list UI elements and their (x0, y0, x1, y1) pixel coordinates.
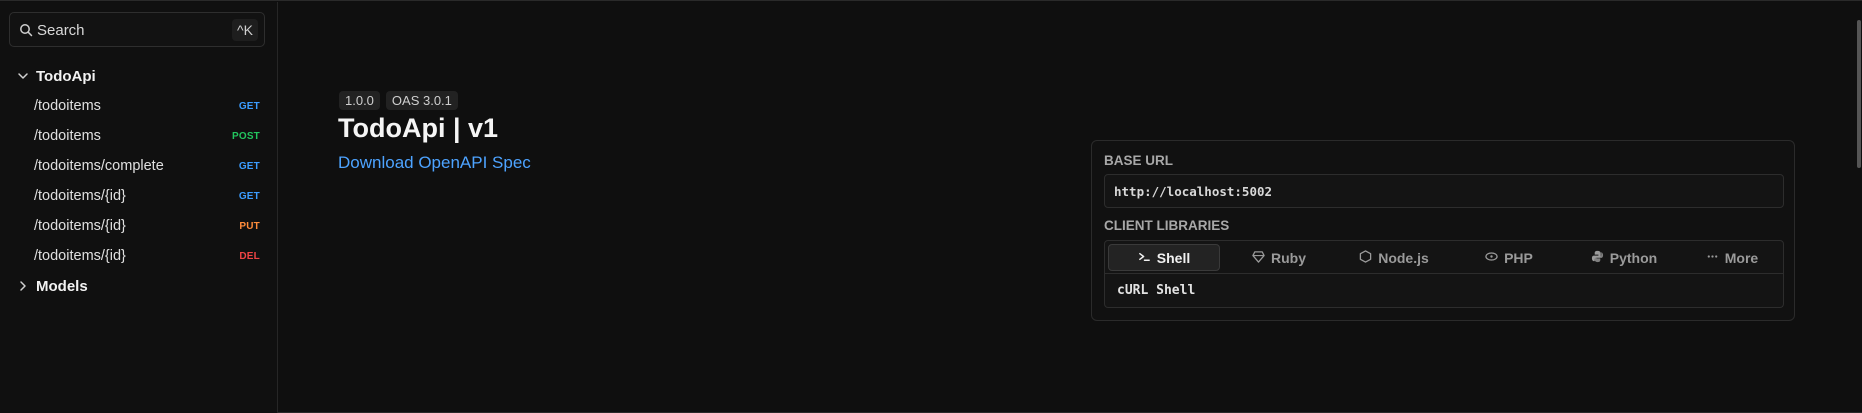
tab-label: Python (1609, 249, 1658, 266)
page-title: TodoApi | v1 (338, 113, 499, 143)
method-badge: POST (231, 130, 260, 142)
method-badge: PUT (239, 220, 260, 232)
client-tabs: Shell Ruby Node.js PHP Python More (1104, 240, 1784, 274)
nodejs-icon (1359, 249, 1372, 266)
spec-badge: OAS 3.0.1 (385, 91, 458, 110)
tree-group-label: Models (36, 277, 88, 295)
scrollbar[interactable] (1854, 2, 1862, 172)
version-badge: 1.0.0 (339, 91, 380, 110)
tree-group-models[interactable]: Models (16, 275, 88, 297)
tab-ruby[interactable]: Ruby (1223, 244, 1335, 271)
selected-client-label: cURL Shell (1117, 283, 1196, 298)
tab-python[interactable]: Python (1568, 244, 1680, 271)
version-badges: 1.0.0 OAS 3.0.1 (339, 91, 458, 110)
download-spec-link[interactable]: Download OpenAPI Spec (338, 153, 531, 173)
endpoint-path: /todoitems/{id} (34, 248, 126, 264)
endpoint-item[interactable]: /todoitems/{id} GET (34, 183, 260, 209)
terminal-icon (1138, 250, 1151, 266)
endpoint-item[interactable]: /todoitems/complete GET (34, 153, 260, 179)
method-badge: GET (238, 160, 260, 172)
tab-label: PHP (1504, 249, 1533, 266)
endpoint-path: /todoitems/complete (34, 158, 164, 174)
tab-label: More (1724, 249, 1759, 266)
search-shortcut: ^K (232, 19, 258, 41)
chevron-right-icon (16, 279, 30, 293)
endpoint-item[interactable]: /todoitems GET (34, 93, 260, 119)
tab-php[interactable]: PHP (1453, 244, 1565, 271)
tree-group-label: TodoApi (36, 67, 96, 85)
python-icon (1591, 250, 1604, 266)
scrollbar-thumb[interactable] (1857, 20, 1861, 168)
base-url-field[interactable]: http://localhost:5002 (1104, 174, 1784, 208)
tab-nodejs[interactable]: Node.js (1338, 244, 1450, 271)
base-url-value: http://localhost:5002 (1114, 184, 1273, 199)
tab-label: Ruby (1271, 249, 1306, 266)
search-input[interactable]: Search ^K (9, 12, 265, 47)
tab-label: Node.js (1378, 249, 1429, 266)
tab-label: Shell (1156, 249, 1191, 266)
search-icon (19, 23, 33, 37)
endpoint-path: /todoitems/{id} (34, 218, 126, 234)
endpoint-path: /todoitems/{id} (34, 188, 126, 204)
endpoint-path: /todoitems (34, 98, 101, 114)
endpoint-item[interactable]: /todoitems/{id} DEL (34, 243, 260, 269)
ruby-icon (1252, 250, 1265, 266)
client-libraries-label: CLIENT LIBRARIES (1104, 218, 1230, 233)
search-label: Search (37, 22, 85, 39)
method-badge: GET (238, 100, 260, 112)
method-badge: DEL (239, 250, 260, 262)
endpoint-item[interactable]: /todoitems/{id} PUT (34, 213, 260, 239)
sidebar: Search ^K TodoApi /todoitems GET /todoit… (0, 2, 278, 413)
chevron-down-icon (16, 69, 30, 83)
tree-group-todoapi[interactable]: TodoApi (16, 65, 96, 87)
method-badge: GET (238, 190, 260, 202)
tab-shell[interactable]: Shell (1108, 244, 1220, 271)
endpoint-item[interactable]: /todoitems POST (34, 123, 260, 149)
tab-more[interactable]: More (1683, 244, 1781, 271)
php-icon (1485, 250, 1498, 266)
selected-client-box: cURL Shell (1104, 274, 1784, 308)
client-card: BASE URL http://localhost:5002 CLIENT LI… (1091, 140, 1795, 321)
app-frame: Search ^K TodoApi /todoitems GET /todoit… (0, 0, 1862, 413)
endpoint-path: /todoitems (34, 128, 101, 144)
base-url-label: BASE URL (1104, 153, 1174, 168)
more-icon (1706, 250, 1719, 266)
